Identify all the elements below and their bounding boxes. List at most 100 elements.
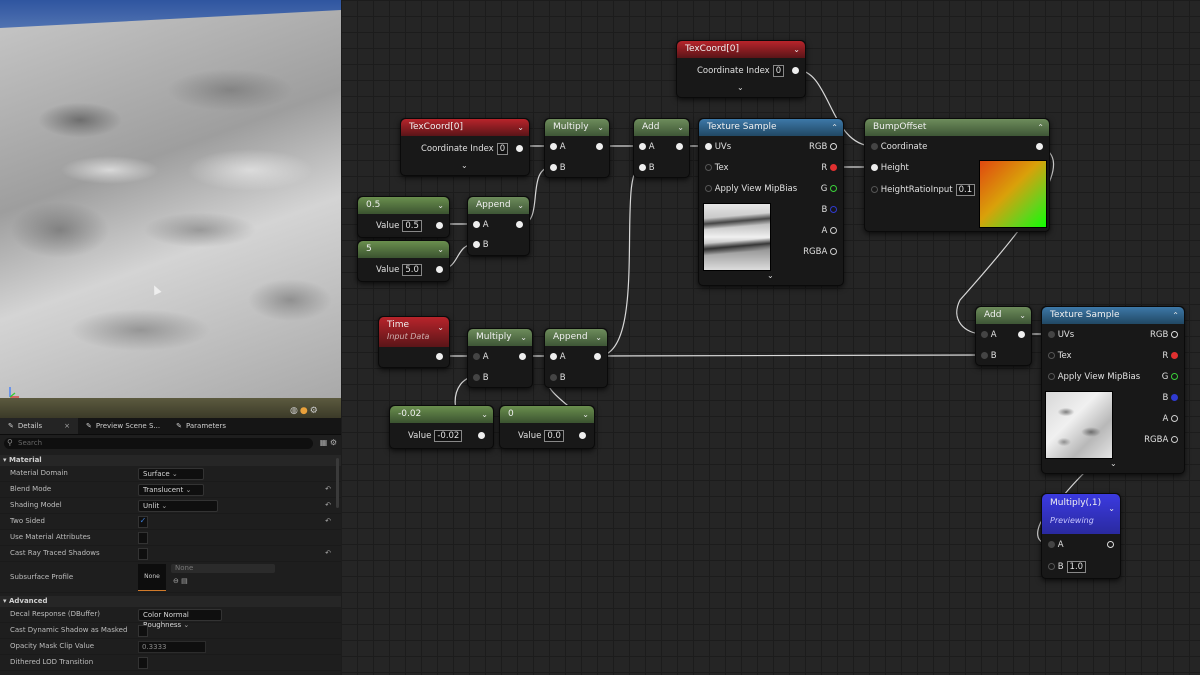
node-append-2[interactable]: Append ⌄ A B — [544, 328, 608, 388]
node-multiply-preview[interactable]: Multiply(,1) Previewing ⌄ A B 1.0 — [1041, 493, 1121, 579]
input-pin[interactable] — [871, 186, 878, 193]
coordinate-index-input[interactable]: 0 — [496, 143, 509, 155]
input-pin[interactable] — [705, 164, 712, 171]
node-constant-0[interactable]: 0 ⌄ Value 0.0 — [499, 405, 595, 449]
tab-parameters[interactable]: ✎ Parameters — [168, 418, 234, 434]
output-pin[interactable] — [830, 143, 837, 150]
output-pin[interactable] — [436, 353, 443, 360]
material-preview-viewport[interactable]: ◍●⚙ — [0, 0, 341, 418]
chevron-down-icon[interactable]: ⌄ — [520, 329, 527, 346]
output-pin-a[interactable] — [830, 227, 837, 234]
height-ratio-input[interactable]: 0.1 — [955, 184, 976, 196]
input-pin[interactable] — [1048, 352, 1055, 359]
grid-view-icon[interactable]: ▦ — [320, 438, 328, 447]
output-pin-g[interactable] — [830, 185, 837, 192]
output-pin[interactable] — [516, 145, 523, 152]
use-selected-icon[interactable]: ⊖ — [173, 577, 179, 585]
input-pin[interactable] — [550, 353, 557, 360]
input-pin[interactable] — [981, 331, 988, 338]
input-pin[interactable] — [473, 353, 480, 360]
b-value-input[interactable]: 1.0 — [1066, 561, 1087, 573]
node-constant-5[interactable]: 5 ⌄ Value 5.0 — [357, 240, 450, 282]
input-pin[interactable] — [1048, 331, 1055, 338]
output-pin[interactable] — [1036, 143, 1043, 150]
expand-chevron-icon[interactable]: ⌄ — [737, 83, 744, 92]
output-pin-b[interactable] — [1171, 394, 1178, 401]
output-pin[interactable] — [1107, 541, 1114, 548]
reset-arrow-icon[interactable]: ↶ — [325, 546, 331, 561]
subsurface-profile-dropdown[interactable]: None — [171, 564, 275, 573]
browse-folder-icon[interactable]: ▤ — [181, 577, 188, 585]
node-add-1[interactable]: Add ⌄ A B — [633, 118, 690, 178]
chevron-up-icon[interactable]: ⌃ — [1172, 307, 1179, 324]
tab-preview-scene[interactable]: ✎ Preview Scene S... — [78, 418, 168, 434]
subsurface-profile-thumbnail[interactable]: None — [138, 564, 166, 591]
details-scrollbar[interactable] — [336, 458, 339, 508]
cube-preview-icon[interactable]: ● — [300, 406, 310, 416]
cast-dynamic-shadow-checkbox[interactable] — [138, 625, 148, 637]
reset-arrow-icon[interactable]: ↶ — [325, 498, 331, 513]
decal-response-dropdown[interactable]: Color Normal Roughness — [138, 609, 222, 629]
section-material[interactable]: ▾ Material — [0, 455, 341, 466]
output-pin[interactable] — [579, 432, 586, 439]
output-pin-b[interactable] — [830, 206, 837, 213]
opacity-mask-clip-input[interactable]: 0.3333 — [138, 641, 206, 653]
coordinate-index-input[interactable]: 0 — [772, 65, 785, 77]
input-pin[interactable] — [981, 352, 988, 359]
output-pin-g[interactable] — [1171, 373, 1178, 380]
settings-icon[interactable]: ⚙ — [310, 406, 320, 416]
output-pin-a[interactable] — [1171, 415, 1178, 422]
chevron-down-icon[interactable]: ⌄ — [677, 119, 684, 136]
input-pin[interactable] — [639, 143, 646, 150]
output-pin[interactable] — [516, 221, 523, 228]
output-pin[interactable] — [594, 353, 601, 360]
details-search-input[interactable]: Search — [4, 437, 313, 449]
input-pin[interactable] — [550, 374, 557, 381]
chevron-down-icon[interactable]: ⌄ — [1019, 307, 1026, 324]
output-pin[interactable] — [596, 143, 603, 150]
node-texcoord-left[interactable]: TexCoord[0] ⌄ Coordinate Index 0 ⌄ — [400, 118, 530, 176]
output-pin-r[interactable] — [1171, 352, 1178, 359]
close-tab-icon[interactable]: × — [64, 418, 70, 434]
material-domain-dropdown[interactable]: Surface — [138, 468, 204, 480]
output-pin[interactable] — [792, 67, 799, 74]
input-pin[interactable] — [550, 164, 557, 171]
output-pin[interactable] — [478, 432, 485, 439]
node-add-2[interactable]: Add ⌄ A B — [975, 306, 1032, 366]
chevron-down-icon[interactable]: ⌄ — [582, 406, 589, 423]
chevron-down-icon[interactable]: ⌄ — [437, 321, 444, 334]
input-pin[interactable] — [473, 374, 480, 381]
chevron-down-icon[interactable]: ⌄ — [597, 119, 604, 136]
chevron-down-icon[interactable]: ⌄ — [793, 41, 800, 58]
input-pin[interactable] — [1048, 563, 1055, 570]
two-sided-checkbox[interactable]: ✓ — [138, 516, 148, 528]
input-pin[interactable] — [705, 185, 712, 192]
output-pin-rgba[interactable] — [830, 248, 837, 255]
input-pin[interactable] — [705, 143, 712, 150]
node-multiply-2[interactable]: Multiply ⌄ A B — [467, 328, 533, 388]
input-pin[interactable] — [1048, 541, 1055, 548]
section-advanced[interactable]: ▾ Advanced — [0, 596, 341, 607]
node-constant-neg-0-02[interactable]: -0.02 ⌄ Value -0.02 — [389, 405, 494, 449]
chevron-down-icon[interactable]: ⌄ — [595, 329, 602, 346]
tab-details[interactable]: ✎ Details × — [0, 418, 79, 434]
input-pin[interactable] — [473, 221, 480, 228]
output-pin[interactable] — [1018, 331, 1025, 338]
output-pin[interactable] — [436, 266, 443, 273]
input-pin[interactable] — [639, 164, 646, 171]
use-material-attributes-checkbox[interactable] — [138, 532, 148, 544]
node-texcoord-top[interactable]: TexCoord[0] ⌄ Coordinate Index 0 ⌄ — [676, 40, 806, 98]
input-pin[interactable] — [473, 241, 480, 248]
node-texture-sample-1[interactable]: Texture Sample ⌃ UVs Tex Apply View MipBi… — [698, 118, 844, 286]
output-pin-rgba[interactable] — [1171, 436, 1178, 443]
viewport-toolbar-icons[interactable]: ◍●⚙ — [290, 406, 320, 416]
blend-mode-dropdown[interactable]: Translucent — [138, 484, 204, 496]
output-pin[interactable] — [519, 353, 526, 360]
expand-chevron-icon[interactable]: ⌄ — [767, 271, 774, 280]
node-constant-0-5[interactable]: 0.5 ⌄ Value 0.5 — [357, 196, 450, 238]
dithered-lod-checkbox[interactable] — [138, 657, 148, 669]
value-input[interactable]: 5.0 — [402, 264, 422, 276]
reset-arrow-icon[interactable]: ↶ — [325, 482, 331, 497]
chevron-down-icon[interactable]: ⌄ — [437, 197, 444, 214]
chevron-up-icon[interactable]: ⌃ — [831, 119, 838, 136]
